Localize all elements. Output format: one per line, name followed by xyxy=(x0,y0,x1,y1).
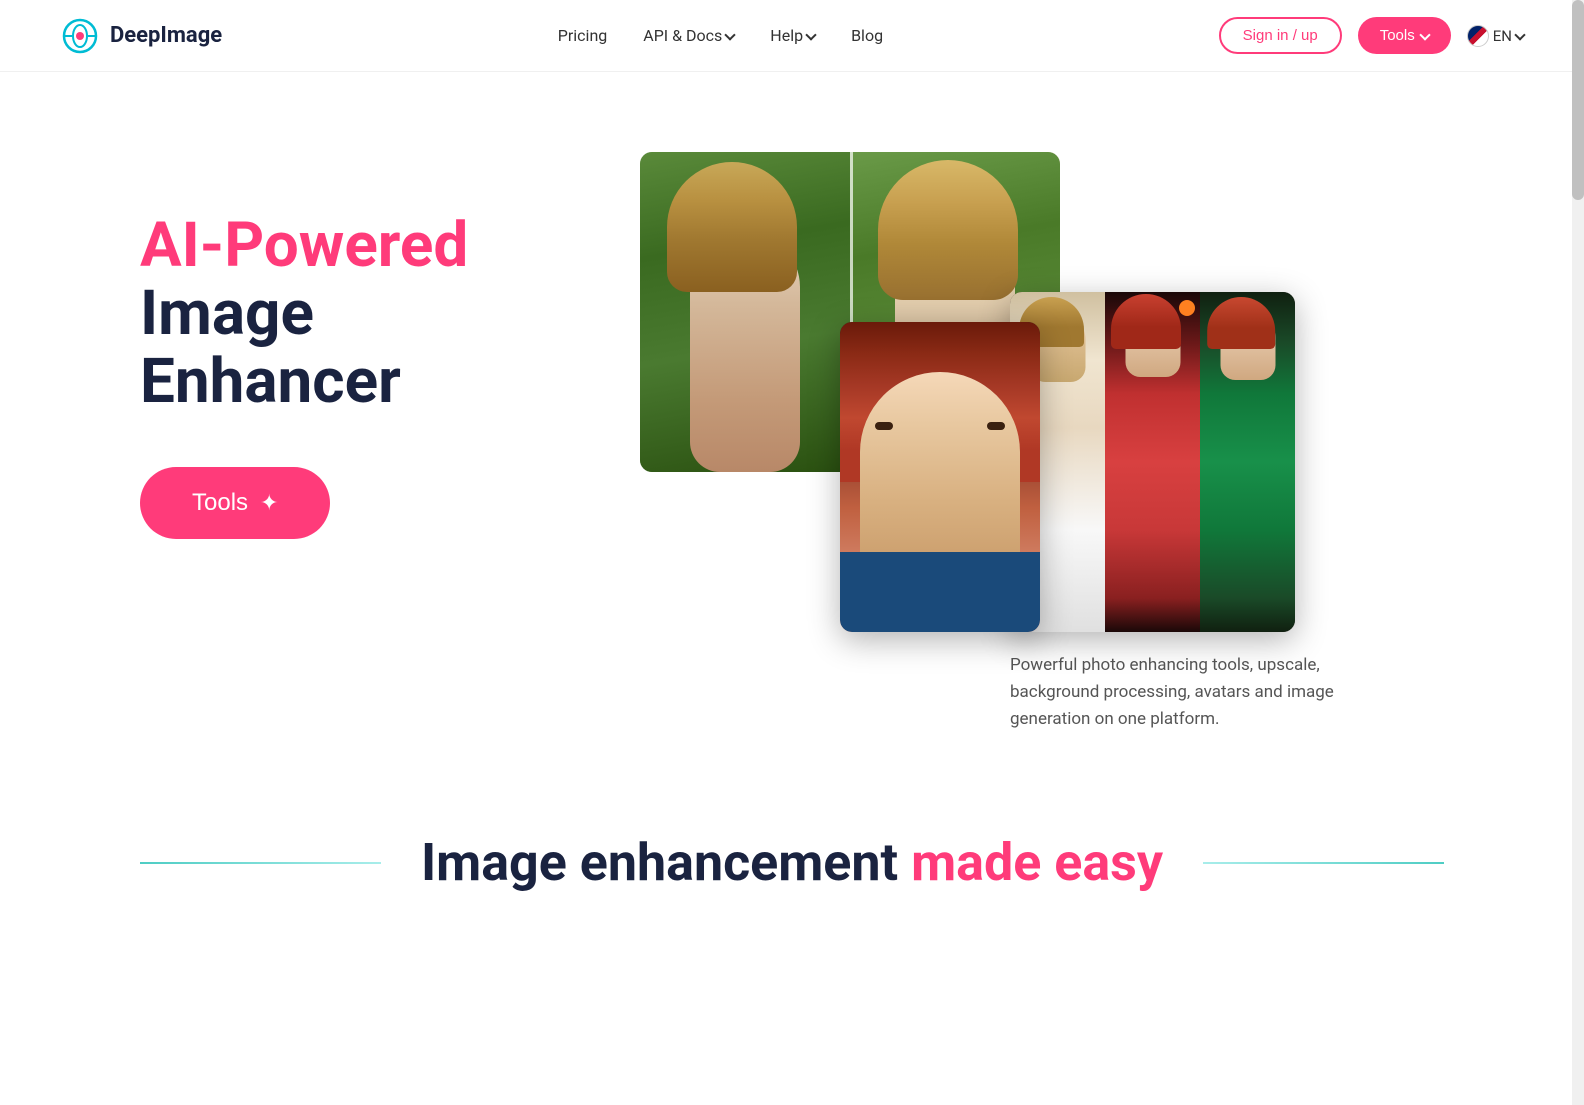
hair-left xyxy=(667,162,797,292)
divider-left xyxy=(140,862,381,864)
tools-chevron-icon xyxy=(1419,29,1430,40)
help-chevron-icon xyxy=(805,29,816,40)
scrollbar[interactable] xyxy=(1572,0,1584,1105)
divider-right xyxy=(1203,862,1444,864)
hair-g2 xyxy=(1111,294,1181,349)
logo[interactable]: DeepImage xyxy=(60,16,222,56)
collage-left-panel xyxy=(640,152,850,472)
hero-left: AI-Powered Image Enhancer Tools ✦ xyxy=(140,152,580,539)
signin-button[interactable]: Sign in / up xyxy=(1219,17,1342,54)
api-docs-chevron-icon xyxy=(725,29,736,40)
hero-title: AI-Powered Image Enhancer xyxy=(140,212,580,417)
hero-section: AI-Powered Image Enhancer Tools ✦ xyxy=(0,72,1584,772)
hero-title-dark: Image Enhancer xyxy=(140,277,401,418)
nav-right: Sign in / up Tools EN xyxy=(1219,17,1524,54)
scrollbar-thumb[interactable] xyxy=(1572,0,1584,200)
navbar: DeepImage Pricing API & Docs Help Blog S… xyxy=(0,0,1584,72)
hero-image-collage: Powerful photo enhancing tools, upscale,… xyxy=(640,152,1444,712)
eye-right xyxy=(987,422,1005,430)
nav-help[interactable]: Help xyxy=(770,26,815,45)
group-figure-2 xyxy=(1105,292,1200,632)
collage-group xyxy=(1010,292,1295,632)
hair-g3 xyxy=(1207,297,1275,349)
flag-icon xyxy=(1467,25,1489,47)
collage-portrait xyxy=(840,322,1040,632)
tools-hero-button[interactable]: Tools ✦ xyxy=(140,467,330,539)
language-selector[interactable]: EN xyxy=(1467,25,1524,47)
logo-icon xyxy=(60,16,100,56)
tools-nav-button[interactable]: Tools xyxy=(1358,17,1451,54)
flower xyxy=(1179,300,1195,316)
hero-title-pink: AI-Powered xyxy=(140,209,468,282)
portrait-shirt xyxy=(840,552,1040,632)
hair-right xyxy=(878,160,1018,300)
nav-api-docs[interactable]: API & Docs xyxy=(643,26,734,45)
lang-chevron-icon xyxy=(1514,29,1525,40)
nav-links: Pricing API & Docs Help Blog xyxy=(558,26,883,45)
sparkle-icon: ✦ xyxy=(260,490,278,516)
logo-text: DeepImage xyxy=(110,23,222,48)
hero-description: Powerful photo enhancing tools, upscale,… xyxy=(1010,652,1390,734)
section-divider: Image enhancement made easy xyxy=(0,772,1584,933)
nav-blog[interactable]: Blog xyxy=(851,26,883,45)
group-figure-3 xyxy=(1200,292,1295,632)
eye-left xyxy=(875,422,893,430)
section-heading: Image enhancement made easy xyxy=(421,832,1163,893)
nav-pricing[interactable]: Pricing xyxy=(558,26,608,45)
